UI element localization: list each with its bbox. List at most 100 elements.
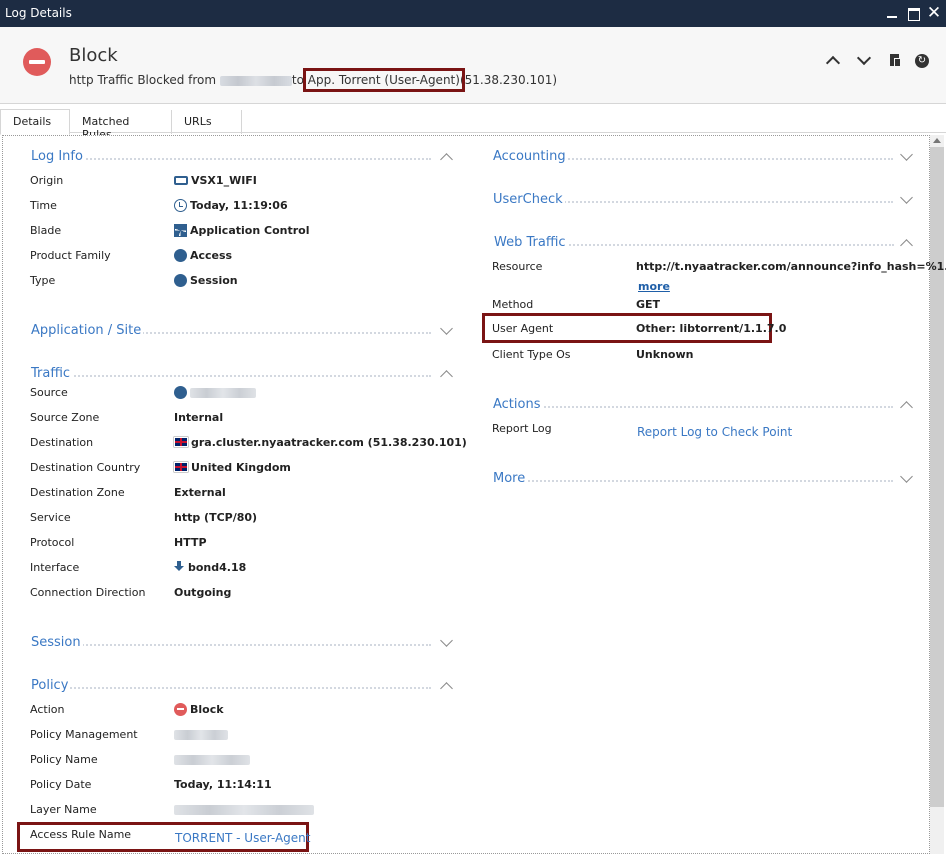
row-action: Action Block [30, 703, 450, 719]
section-web-traffic[interactable]: Web Traffic [494, 235, 914, 255]
field-label: Layer Name [30, 803, 97, 816]
refresh-button[interactable]: ↻ [913, 52, 931, 70]
section-more[interactable]: More [493, 470, 913, 491]
log-description: http Traffic Blocked from to App. Torren… [69, 68, 558, 92]
row-layer-name: Layer Name [30, 803, 450, 819]
expand-icon[interactable] [900, 191, 913, 204]
clock-icon [174, 199, 187, 212]
field-label: Connection Direction [30, 586, 146, 599]
section-policy[interactable]: Policy [31, 678, 453, 698]
field-label: Source [30, 386, 68, 399]
row-policy-management: Policy Management [30, 728, 450, 744]
copy-button[interactable] [886, 52, 904, 70]
close-button[interactable]: ✕ [924, 3, 944, 23]
value-text: gra.cluster.nyaatracker.com (51.38.230.1… [191, 436, 467, 449]
field-label: Client Type Os [492, 348, 571, 361]
section-title: Log Info [31, 149, 85, 164]
field-label: Access Rule Name [30, 828, 132, 841]
log-action-title: Block [69, 45, 118, 66]
section-session[interactable]: Session [31, 634, 453, 655]
vertical-scrollbar[interactable] [930, 135, 944, 854]
field-label: Resource [492, 260, 543, 273]
row-product-family: Product Family Access [30, 249, 450, 265]
value-text: Application Control [190, 224, 310, 237]
section-title: Traffic [31, 366, 73, 381]
device-icon [174, 176, 188, 185]
copy-icon-back [894, 58, 901, 67]
field-value: Access [174, 249, 232, 262]
value-text: Access [190, 249, 233, 262]
maximize-button[interactable] [903, 3, 923, 23]
field-label: Time [30, 199, 57, 212]
redacted-value [174, 755, 250, 765]
desc-ip: (51.38.230.101) [459, 73, 558, 87]
tab-bar: Details Matched Rules URLs [0, 103, 946, 141]
row-resource: Resource http://t.nyaatracker.com/announ… [492, 260, 946, 276]
tab-matched-rules[interactable]: Matched Rules [70, 110, 172, 141]
value-text: United Kingdom [191, 461, 291, 474]
field-value [174, 728, 228, 741]
section-log-info[interactable]: Log Info [31, 149, 453, 169]
section-actions[interactable]: Actions [493, 397, 913, 417]
collapse-icon[interactable] [440, 153, 453, 166]
window-title: Log Details [5, 6, 72, 20]
field-value: External [174, 486, 226, 499]
expand-icon[interactable] [900, 470, 913, 483]
access-rule-link[interactable]: TORRENT - User-Agent [175, 831, 310, 845]
field-value: bond4.18 [174, 561, 246, 574]
value-text: Block [190, 703, 224, 716]
expand-icon[interactable] [900, 148, 913, 161]
chevron-up-icon [825, 55, 841, 71]
section-title: Web Traffic [494, 235, 568, 250]
row-access-rule-name: Access Rule Name TORRENT - User-Agent [30, 828, 450, 845]
field-value: Other: libtorrent/1.1.7.0 [636, 322, 787, 335]
field-value: gra.cluster.nyaatracker.com (51.38.230.1… [174, 436, 467, 449]
row-method: Method GET [492, 298, 912, 314]
collapse-icon[interactable] [440, 370, 453, 383]
download-arrow-icon [174, 561, 185, 574]
grid-icon [174, 224, 187, 237]
field-value: Outgoing [174, 586, 232, 599]
field-label: Action [30, 703, 65, 716]
scrollbar-thumb[interactable] [930, 147, 944, 807]
scroll-up-arrow-icon[interactable] [933, 138, 941, 143]
row-service: Service http (TCP/80) [30, 511, 450, 527]
next-log-button[interactable] [855, 50, 873, 70]
row-destination-zone: Destination Zone External [30, 486, 450, 502]
redacted-value [174, 730, 228, 740]
desc-to: to [291, 73, 304, 87]
section-accounting[interactable]: Accounting [493, 148, 913, 169]
field-label: Destination [30, 436, 94, 449]
section-title: More [493, 471, 528, 486]
field-value: Application Control [174, 224, 309, 237]
collapse-icon[interactable] [440, 682, 453, 695]
field-value [174, 386, 256, 399]
redacted-source [219, 75, 292, 86]
tab-urls[interactable]: URLs [172, 110, 242, 134]
expand-icon[interactable] [440, 634, 453, 647]
more-link[interactable]: more [638, 280, 670, 293]
collapse-icon[interactable] [900, 239, 913, 252]
field-value: HTTP [174, 536, 207, 549]
field-label: Blade [30, 224, 62, 237]
previous-log-button[interactable] [824, 52, 842, 71]
field-value: http (TCP/80) [174, 511, 258, 524]
expand-icon[interactable] [440, 322, 453, 335]
value-text: Session [190, 274, 238, 287]
section-traffic[interactable]: Traffic [31, 366, 453, 386]
field-label: Destination Country [30, 461, 141, 474]
access-icon [174, 249, 187, 262]
section-title: Session [31, 635, 83, 650]
field-value: VSX1_WIFI [174, 174, 257, 187]
section-usercheck[interactable]: UserCheck [493, 191, 913, 212]
chevron-down-icon [856, 50, 872, 66]
section-application-site[interactable]: Application / Site [31, 322, 453, 343]
section-title: Application / Site [31, 323, 144, 338]
collapse-icon[interactable] [900, 401, 913, 414]
log-header: Block http Traffic Blocked from to App. … [0, 27, 946, 103]
report-log-link[interactable]: Report Log to Check Point [637, 425, 792, 439]
field-value: Unknown [636, 348, 694, 361]
tab-details[interactable]: Details [0, 109, 70, 135]
minimize-button[interactable] [882, 3, 902, 23]
field-value [174, 803, 314, 816]
